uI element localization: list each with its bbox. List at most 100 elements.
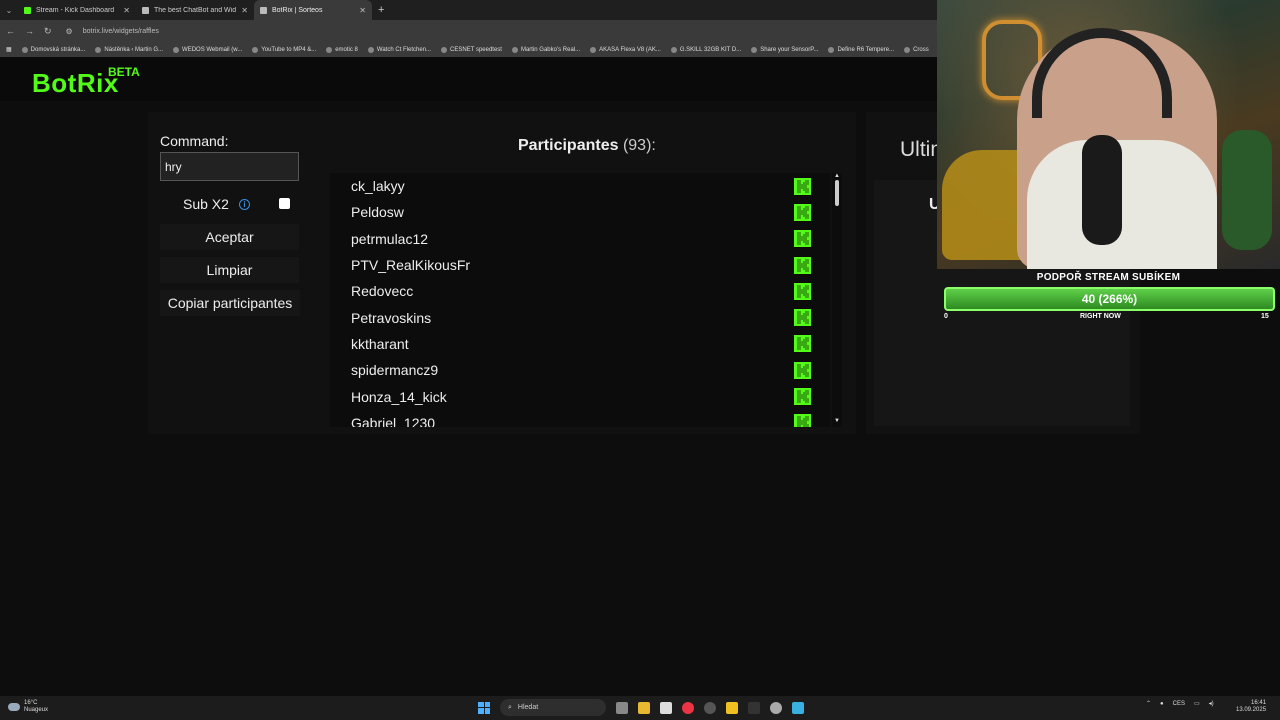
kick-icon (794, 335, 811, 353)
bookmark-label: Domovská stránka... (30, 46, 86, 53)
tab-label: BotRix | Sorteos (272, 6, 323, 14)
sub-goal-max: 15 (1261, 313, 1269, 320)
close-icon[interactable]: ✕ (241, 6, 248, 15)
bookmark-item[interactable]: G.SKILL 32GB KIT D... (670, 46, 741, 53)
tab-kick-dashboard[interactable]: Stream - Kick Dashboard ✕ (18, 0, 136, 20)
participant-name: Peldosw (351, 204, 404, 221)
participants-title: Participantes (93): (518, 137, 656, 155)
new-tab-plus-icon[interactable]: + (378, 4, 384, 16)
close-icon[interactable]: ✕ (123, 6, 130, 15)
apps-grid-icon[interactable]: ▦ (6, 46, 12, 53)
kick-icon (794, 388, 811, 406)
sub-goal-min: 0 (944, 313, 948, 320)
microphone-icon[interactable]: ● (1160, 701, 1164, 707)
bookmark-label: Watch Ct Fletchen... (376, 46, 432, 53)
volume-icon[interactable]: ◂) (1209, 700, 1214, 707)
browser-tab-bar: ⌄ Stream - Kick Dashboard ✕ The best Cha… (0, 0, 940, 20)
bookmark-item[interactable]: WEDOS Webmail (w... (173, 46, 242, 53)
tab-search-icon[interactable]: ⌄ (0, 0, 18, 20)
participant-name: Redovecc (351, 283, 414, 300)
command-input[interactable]: hry (160, 152, 299, 181)
bookmark-item[interactable]: Martin Gabko's Real... (511, 46, 581, 53)
sub-x2-checkbox[interactable] (279, 198, 290, 209)
file-explorer-icon[interactable] (638, 701, 650, 714)
reload-icon[interactable]: ↻ (44, 26, 52, 37)
bookmark-label: Cross (913, 46, 929, 53)
bookmark-item[interactable]: Share your SensorP... (751, 46, 818, 53)
taskbar-apps: ⌕ Hledat (478, 699, 804, 716)
scroll-down-arrow-icon[interactable]: ▼ (834, 418, 840, 424)
participant-name: spidermancz9 (351, 362, 439, 379)
notes-icon[interactable] (726, 701, 738, 714)
list-item: Redovecc (330, 278, 830, 304)
beta-badge: BETA (108, 65, 140, 79)
address-bar: ← → ↻ ⚙ botrix.live/widgets/raffles (0, 20, 940, 42)
app-icon[interactable] (792, 701, 804, 714)
tab-label: Stream - Kick Dashboard (36, 6, 115, 14)
weather-widget[interactable]: 16°C Nuageux (8, 700, 48, 714)
botrix-logo[interactable]: BotRix (32, 68, 119, 99)
scroll-up-arrow-icon[interactable]: ▲ (834, 173, 840, 179)
streamer-shirt (1027, 140, 1217, 269)
chevron-up-icon[interactable]: ⌃ (1146, 700, 1151, 707)
forward-arrow-icon[interactable]: → (25, 26, 34, 36)
close-icon[interactable]: ✕ (359, 6, 366, 15)
clear-button[interactable]: Limpiar (160, 257, 299, 283)
bookmark-icon (367, 46, 374, 53)
settings-gear-icon[interactable] (770, 701, 782, 714)
plant (1222, 130, 1272, 250)
participants-list[interactable]: ck_lakyy Peldosw petrmulac12 PTV_RealKik… (330, 173, 830, 427)
clock-time: 16:41 (1251, 700, 1267, 706)
language-indicator[interactable]: CES (1173, 701, 1185, 707)
tab-chatbot-widgets[interactable]: The best ChatBot and Widgets ✕ (136, 0, 254, 20)
bookmark-label: Nástěnka ‹ Martin G... (104, 46, 164, 53)
taskbar-clock[interactable]: 16:41 13.09.2025 (1236, 700, 1266, 714)
sub-goal-progress-bar: 40 (266%) (944, 287, 1275, 311)
list-item: petrmulac12 (330, 226, 830, 252)
store-icon[interactable] (660, 701, 672, 714)
kick-favicon-icon (24, 6, 31, 14)
bookmark-label: Martin Gabko's Real... (520, 46, 581, 53)
bookmark-item[interactable]: Define R6 Tempere... (828, 46, 895, 53)
network-icon[interactable]: ▭ (1194, 700, 1200, 707)
bookmark-item[interactable]: Watch Ct Fletchen... (367, 46, 432, 53)
bookmark-item[interactable]: Domovská stránka... (21, 46, 86, 53)
bookmark-icon (252, 46, 259, 53)
bookmark-item[interactable]: YouTube to MP4 &... (252, 46, 316, 53)
list-item: Gabriel_1230 (330, 410, 830, 427)
sub-goal-status: RIGHT NOW (1080, 313, 1121, 320)
bookmark-label: Define R6 Tempere... (837, 46, 895, 53)
participant-name: petrmulac12 (351, 230, 429, 247)
site-info-icon[interactable]: ⚙ (66, 27, 73, 36)
url-field[interactable]: botrix.live/widgets/raffles (83, 28, 159, 35)
info-icon[interactable]: i (238, 198, 250, 210)
bookmark-item[interactable]: emotic 8 (326, 46, 358, 53)
windows-start-icon[interactable] (478, 701, 490, 714)
app-icon[interactable] (748, 701, 760, 714)
bookmark-item[interactable]: Cross (904, 46, 929, 53)
chrome-icon[interactable] (682, 701, 694, 714)
list-item: kktharant (330, 331, 830, 357)
bookmark-icon (828, 46, 835, 53)
bookmark-item[interactable]: Nástěnka ‹ Martin G... (95, 46, 164, 53)
kick-icon (794, 414, 811, 427)
back-arrow-icon[interactable]: ← (6, 26, 15, 36)
bookmark-icon (751, 46, 758, 53)
tab-botrix-sorteos[interactable]: BotRix | Sorteos ✕ (254, 0, 372, 20)
task-view-icon[interactable] (616, 701, 628, 714)
taskbar-search[interactable]: ⌕ Hledat (500, 699, 606, 716)
participants-count: (93): (622, 137, 656, 154)
bookmark-item[interactable]: CESNET speedtest (441, 46, 502, 53)
participants-scrollbar[interactable] (832, 173, 842, 427)
bookmark-icon (326, 46, 333, 53)
bookmark-label: AKASA Flexa V8 (AK... (599, 46, 661, 53)
copy-participants-button[interactable]: Copiar participantes (160, 290, 300, 316)
scrollbar-thumb[interactable] (835, 180, 839, 206)
bookmark-icon (21, 46, 28, 53)
accept-button[interactable]: Aceptar (160, 224, 299, 250)
obs-icon[interactable] (704, 701, 716, 714)
participant-name: kktharant (351, 335, 409, 352)
list-item: Petravoskins (330, 304, 830, 330)
system-tray: ⌃ ● CES ▭ ◂) (1146, 700, 1214, 708)
bookmark-item[interactable]: AKASA Flexa V8 (AK... (590, 46, 661, 53)
